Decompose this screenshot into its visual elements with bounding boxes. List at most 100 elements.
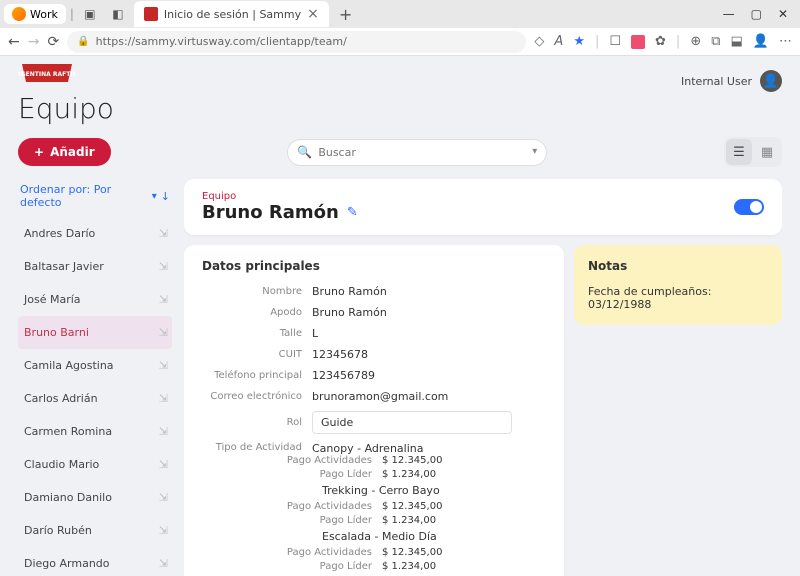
sidebar-item-team-member[interactable]: Baltasar Javier ⇲ [18, 250, 172, 283]
address-bar: ← → ⟳ 🔒 https://sammy.virtusway.com/clie… [0, 28, 800, 56]
pin-icon[interactable]: ⇲ [159, 392, 168, 405]
label-pago-actividades: Pago Actividades [202, 547, 382, 558]
pin-icon[interactable]: ⇲ [159, 557, 168, 570]
logo: ARGENTINA RAFTING [18, 62, 76, 96]
sidebar-item-team-member[interactable]: Carmen Romina ⇲ [18, 415, 172, 448]
activity-block: Trekking - Cerro BayoPago Actividades$ 1… [202, 484, 546, 526]
back-icon[interactable]: ← [8, 34, 20, 50]
close-icon[interactable]: × [307, 6, 319, 22]
sidebar-item-team-member[interactable]: José María ⇲ [18, 283, 172, 316]
sidebar-item-team-member[interactable]: Diego Armando ⇲ [18, 547, 172, 576]
plus-icon: + [34, 145, 44, 159]
profile-badge[interactable]: Work [4, 4, 66, 24]
edit-icon[interactable]: ✎ [347, 205, 358, 220]
profile-label: Work [30, 8, 58, 21]
sort-dropdown[interactable]: Ordenar por: Por defecto ▾ ↓ [18, 179, 172, 217]
breadcrumb: Equipo [202, 191, 358, 202]
add-button[interactable]: + Añadir [18, 138, 111, 166]
value-rol[interactable]: Guide [312, 411, 512, 434]
label-nombre: Nombre [202, 286, 312, 297]
label-pago-actividades: Pago Actividades [202, 501, 382, 512]
ext-icon-5[interactable]: ✿ [655, 34, 666, 49]
ext-divider-2: | [676, 34, 680, 49]
team-sidebar: Ordenar por: Por defecto ▾ ↓ Andres Darí… [18, 179, 172, 576]
label-apodo: Apodo [202, 307, 312, 318]
sidebar-item-team-member[interactable]: Camila Agostina⇲ [18, 349, 172, 382]
user-avatar[interactable]: 👤 [760, 70, 782, 92]
close-window-icon[interactable]: ✕ [778, 7, 788, 21]
new-tab-button[interactable]: + [333, 5, 358, 24]
sidebar-item-team-member[interactable]: Claudio Mario ⇲ [18, 448, 172, 481]
browser-tab[interactable]: Inicio de sesión | Sammy × [134, 1, 329, 27]
member-name: José María [24, 293, 81, 306]
value-telefono: 123456789 [312, 369, 375, 382]
active-toggle[interactable] [734, 199, 764, 215]
sort-direction-icon[interactable]: ↓ [161, 190, 170, 203]
favorite-icon[interactable]: ★ [573, 34, 585, 49]
sidebar-item-team-member[interactable]: Andres Darío ⇲ [18, 217, 172, 250]
page-title: Equipo [0, 92, 800, 133]
profile-avatar-icon[interactable]: 👤 [753, 34, 769, 49]
tab-divider: | [70, 7, 74, 21]
search-input[interactable] [287, 139, 547, 166]
member-name: Andres Darío [24, 227, 95, 240]
notes-body: Fecha de cumpleaños: 03/12/1988 [588, 285, 768, 311]
activity-name: Escalada - Medio Día [322, 530, 546, 543]
value-pago-lider: $ 1.234,00 [382, 561, 436, 572]
ext-icon-3[interactable]: ☐ [609, 34, 621, 49]
ext-icon-6[interactable]: ⊕ [690, 34, 701, 49]
view-list-button[interactable]: ☰ [726, 139, 752, 165]
value-cuit: 12345678 [312, 348, 368, 361]
svg-text:ARGENTINA RAFTING: ARGENTINA RAFTING [18, 71, 76, 78]
sidebar-item-team-member[interactable]: Carlos Adrián ⇲ [18, 382, 172, 415]
member-name: Diego Armando [24, 557, 110, 570]
label-rol: Rol [202, 417, 312, 428]
sidebar-item-team-member[interactable]: Damiano Danilo⇲ [18, 481, 172, 514]
label-telefono: Teléfono principal [202, 370, 312, 381]
pin-icon[interactable]: ⇲ [159, 326, 168, 339]
label-cuit: CUIT [202, 349, 312, 360]
maximize-icon[interactable]: ▢ [751, 7, 762, 21]
sidebar-item-team-member[interactable]: Darío Rubén⇲ [18, 514, 172, 547]
pin-icon[interactable]: ⇲ [159, 524, 168, 537]
member-name: Baltasar Javier [24, 260, 104, 273]
pin-icon[interactable]: ⇲ [159, 359, 168, 372]
member-name: Claudio Mario [24, 458, 99, 471]
member-name: Carmen Romina [24, 425, 112, 438]
ext-icon-1[interactable]: ◇ [534, 34, 544, 49]
sort-label: Ordenar por: Por defecto [20, 183, 148, 209]
minimize-icon[interactable]: — [723, 7, 735, 21]
pin-icon[interactable]: ⇲ [159, 425, 168, 438]
pin-icon[interactable]: ⇲ [159, 293, 168, 306]
search-icon: 🔍 [297, 145, 312, 159]
workspace-icon[interactable]: ▣ [78, 2, 102, 26]
pin-icon[interactable]: ⇲ [159, 491, 168, 504]
ext-icon-2[interactable]: A [554, 34, 563, 49]
pin-icon[interactable]: ⇲ [159, 227, 168, 240]
url-input[interactable]: 🔒 https://sammy.virtusway.com/clientapp/… [67, 31, 526, 53]
forward-icon[interactable]: → [28, 34, 40, 50]
refresh-icon[interactable]: ⟳ [47, 34, 59, 50]
pin-icon[interactable]: ⇲ [159, 458, 168, 471]
label-pago-lider: Pago Líder [202, 469, 382, 480]
collections-icon[interactable]: ⧉ [711, 34, 720, 49]
chevron-down-icon[interactable]: ▾ [532, 146, 537, 157]
pin-icon[interactable]: ⇲ [159, 260, 168, 273]
value-pago-actividades: $ 12.345,00 [382, 501, 442, 512]
ext-icon-4[interactable] [631, 35, 645, 49]
sidebar-item-team-member[interactable]: Bruno Barni⇲ [18, 316, 172, 349]
view-grid-button[interactable]: ▦ [754, 139, 780, 165]
value-nombre: Bruno Ramón [312, 285, 387, 298]
browser-tab-bar: Work | ▣ ◧ Inicio de sesión | Sammy × + … [0, 0, 800, 28]
ext-icon-7[interactable]: ⬓ [731, 34, 743, 49]
ext-divider: | [595, 34, 599, 49]
menu-icon[interactable]: ⋯ [779, 34, 792, 49]
activity-block: Tipo de ActividadCanopy - AdrenalinaPago… [202, 442, 546, 480]
member-name: Carlos Adrián [24, 392, 98, 405]
value-correo: brunoramon@gmail.com [312, 390, 448, 403]
value-pago-actividades: $ 12.345,00 [382, 547, 442, 558]
tab-title: Inicio de sesión | Sammy [164, 8, 301, 21]
label-pago-lider: Pago Líder [202, 561, 382, 572]
label-tipo-actividad: Tipo de Actividad [202, 442, 312, 455]
tabs-icon[interactable]: ◧ [106, 2, 130, 26]
